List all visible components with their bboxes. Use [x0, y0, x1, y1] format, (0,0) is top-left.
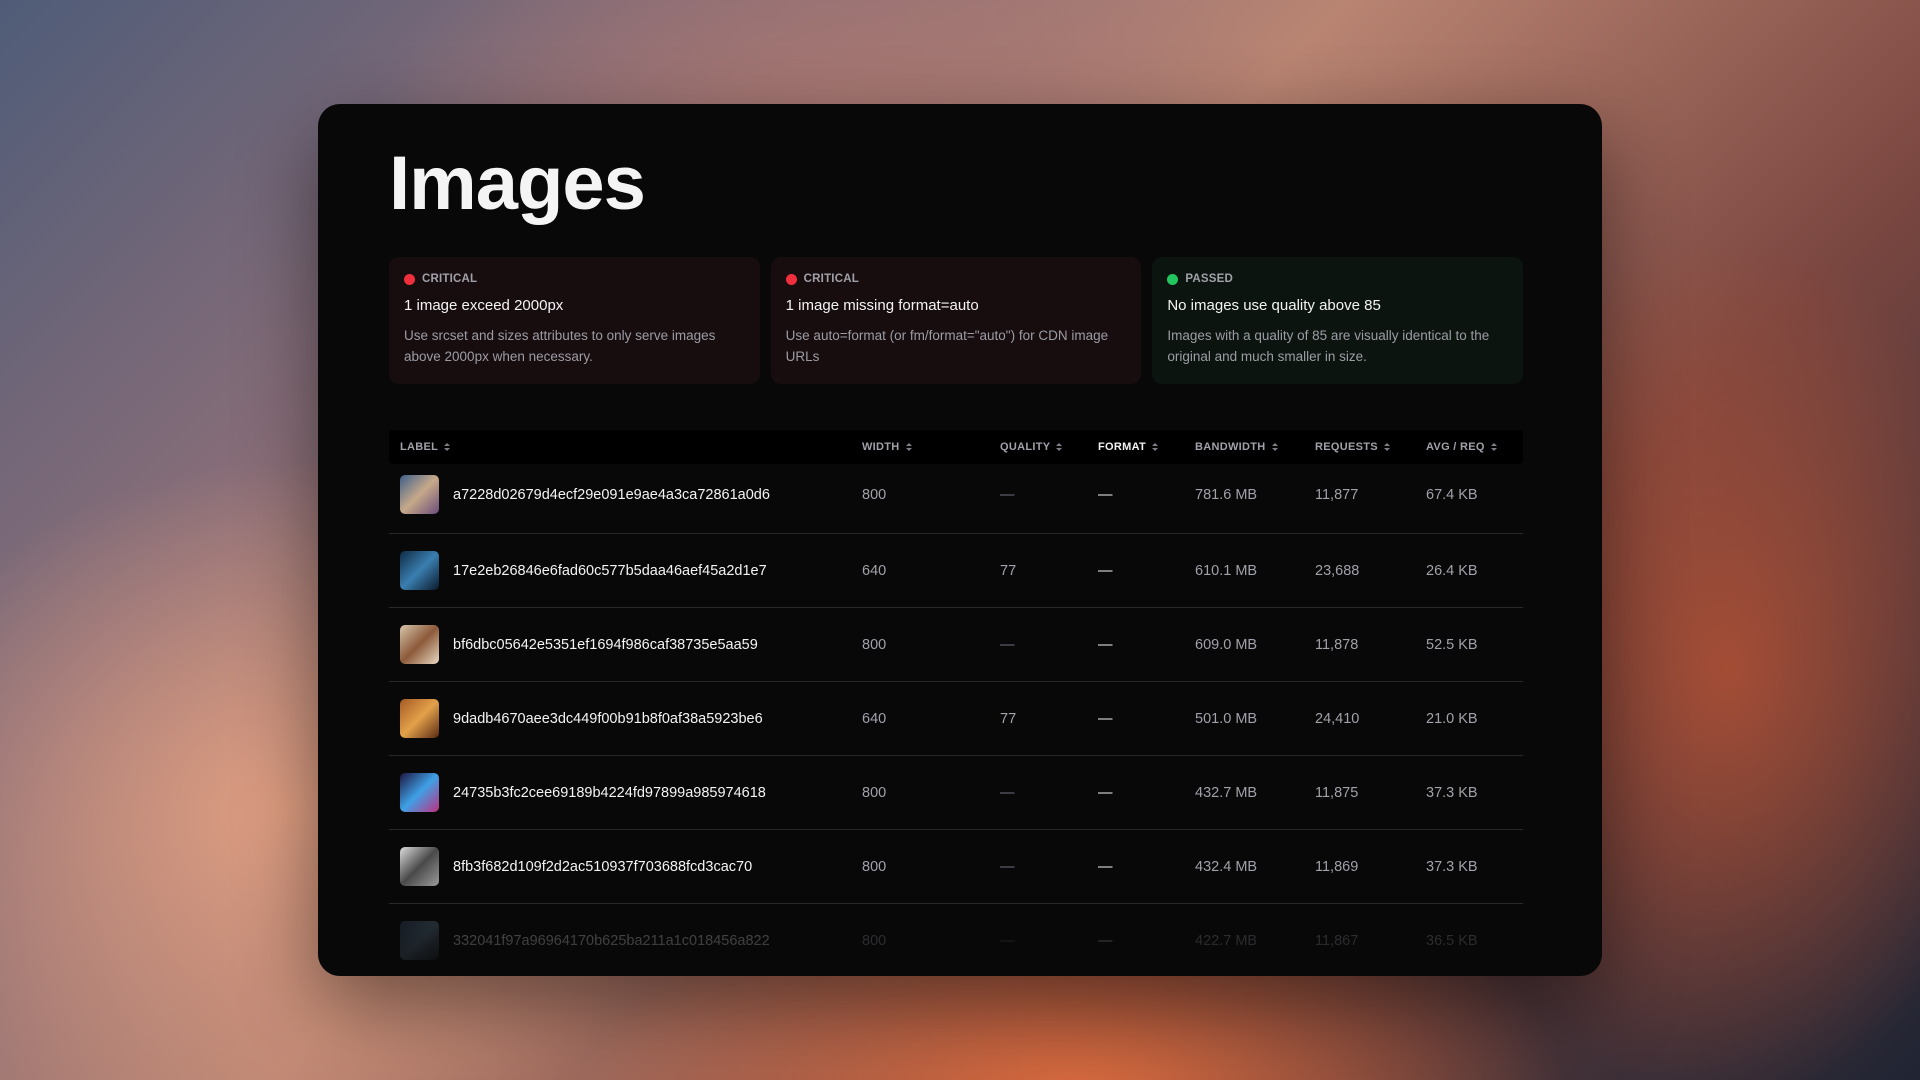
requests-cell: 11,877	[1315, 486, 1359, 503]
avg-req-cell: 67.4 KB	[1426, 486, 1478, 503]
table-row[interactable]: 332041f97a96964170b625ba211a1c018456a822…	[389, 904, 1523, 976]
format-cell: —	[1098, 784, 1113, 801]
avg-req-cell: 26.4 KB	[1426, 562, 1478, 579]
requests-cell: 11,875	[1315, 784, 1359, 801]
quality-cell: 77	[1000, 562, 1017, 579]
quality-cell: —	[1000, 486, 1015, 503]
audit-card-passed: PASSED No images use quality above 85 Im…	[1152, 257, 1524, 384]
audit-card-critical: CRITICAL 1 image missing format=auto Use…	[770, 257, 1142, 384]
table-row[interactable]: 17e2eb26846e6fad60c577b5daa46aef45a2d1e7…	[389, 534, 1523, 608]
critical-status-dot-icon	[404, 273, 415, 285]
bandwidth-cell: 422.7 MB	[1195, 932, 1258, 949]
avg-req-cell: 37.3 KB	[1426, 784, 1478, 801]
image-label: a7228d02679d4ecf29e091e9ae4a3ca72861a0d6	[453, 486, 770, 503]
avg-req-cell: 37.3 KB	[1426, 858, 1478, 875]
image-label: 8fb3f682d109f2d2ac510937f703688fcd3cac70	[453, 858, 753, 875]
bandwidth-cell: 432.4 MB	[1195, 858, 1258, 875]
width-cell: 800	[862, 636, 887, 653]
avg-req-cell: 52.5 KB	[1426, 636, 1478, 653]
image-thumbnail	[400, 475, 439, 514]
image-thumbnail	[400, 551, 439, 590]
sort-icon	[1490, 443, 1497, 451]
width-cell: 800	[862, 784, 887, 801]
page-title: Images	[389, 141, 646, 226]
images-table: LABEL WIDTH QUALITY FORMAT BANDWIDTH REQ…	[389, 430, 1523, 976]
column-header-bandwidth[interactable]: BANDWIDTH	[1195, 430, 1278, 464]
quality-cell: —	[1000, 636, 1015, 653]
sort-icon	[1152, 443, 1159, 451]
image-label: 9dadb4670aee3dc449f00b91b8f0af38a5923be6	[453, 710, 763, 727]
image-thumbnail	[400, 847, 439, 886]
bandwidth-cell: 501.0 MB	[1195, 710, 1258, 727]
requests-cell: 23,688	[1315, 562, 1360, 579]
card-description: Use srcset and sizes attributes to only …	[404, 328, 716, 364]
column-header-format[interactable]: FORMAT	[1098, 430, 1159, 464]
avg-req-cell: 36.5 KB	[1426, 932, 1478, 949]
card-description: Use auto=format (or fm/format="auto") fo…	[785, 328, 1109, 364]
requests-cell: 11,867	[1315, 932, 1359, 949]
critical-status-dot-icon	[785, 273, 797, 285]
card-status-label: CRITICAL	[422, 273, 478, 285]
avg-req-cell: 21.0 KB	[1426, 710, 1478, 727]
image-label: 24735b3fc2cee69189b4224fd97899a985974618	[453, 784, 766, 801]
card-status-label: CRITICAL	[803, 273, 859, 285]
sort-icon	[1383, 443, 1390, 451]
images-panel: Images CRITICAL 1 image exceed 2000px Us…	[318, 104, 1602, 976]
image-label: 17e2eb26846e6fad60c577b5daa46aef45a2d1e7	[453, 562, 767, 579]
column-header-avg-req[interactable]: AVG / REQ	[1426, 430, 1497, 464]
quality-cell: 77	[1000, 710, 1017, 727]
format-cell: —	[1098, 562, 1113, 579]
card-description: Images with a quality of 85 are visually…	[1167, 328, 1490, 364]
column-header-requests[interactable]: REQUESTS	[1315, 430, 1390, 464]
sort-icon	[905, 443, 912, 451]
column-header-quality[interactable]: QUALITY	[1000, 430, 1063, 464]
sort-icon	[1271, 443, 1278, 451]
quality-cell: —	[1000, 932, 1015, 949]
image-label: 332041f97a96964170b625ba211a1c018456a822	[453, 932, 770, 949]
format-cell: —	[1098, 858, 1113, 875]
format-cell: —	[1098, 636, 1113, 653]
sort-icon	[1056, 443, 1063, 451]
passed-status-dot-icon	[1167, 273, 1179, 285]
image-thumbnail	[400, 625, 439, 664]
table-row[interactable]: 8fb3f682d109f2d2ac510937f703688fcd3cac70…	[389, 830, 1523, 904]
bandwidth-cell: 609.0 MB	[1195, 636, 1258, 653]
width-cell: 800	[862, 486, 887, 503]
card-title: 1 image exceed 2000px	[404, 297, 564, 314]
width-cell: 640	[862, 562, 887, 579]
audit-card-critical: CRITICAL 1 image exceed 2000px Use srcse…	[389, 257, 760, 384]
bandwidth-cell: 432.7 MB	[1195, 784, 1258, 801]
format-cell: —	[1098, 932, 1113, 949]
width-cell: 640	[862, 710, 887, 727]
column-header-width[interactable]: WIDTH	[862, 430, 912, 464]
table-row[interactable]: a7228d02679d4ecf29e091e9ae4a3ca72861a0d6…	[389, 464, 1523, 534]
table-header: LABEL WIDTH QUALITY FORMAT BANDWIDTH REQ…	[389, 430, 1523, 464]
bandwidth-cell: 610.1 MB	[1195, 562, 1258, 579]
table-body: a7228d02679d4ecf29e091e9ae4a3ca72861a0d6…	[389, 464, 1523, 976]
requests-cell: 24,410	[1315, 710, 1360, 727]
table-row[interactable]: 24735b3fc2cee69189b4224fd97899a985974618…	[389, 756, 1523, 830]
image-thumbnail	[400, 773, 439, 812]
table-row[interactable]: bf6dbc05642e5351ef1694f986caf38735e5aa59…	[389, 608, 1523, 682]
requests-cell: 11,878	[1315, 636, 1359, 653]
table-row[interactable]: 9dadb4670aee3dc449f00b91b8f0af38a5923be6…	[389, 682, 1523, 756]
quality-cell: —	[1000, 858, 1015, 875]
card-title: 1 image missing format=auto	[785, 297, 979, 314]
format-cell: —	[1098, 710, 1113, 727]
card-status-label: PASSED	[1185, 273, 1233, 285]
image-thumbnail	[400, 921, 439, 960]
width-cell: 800	[862, 932, 887, 949]
card-title: No images use quality above 85	[1167, 297, 1381, 314]
requests-cell: 11,869	[1315, 858, 1359, 875]
audit-cards: CRITICAL 1 image exceed 2000px Use srcse…	[389, 257, 1524, 384]
bandwidth-cell: 781.6 MB	[1195, 486, 1258, 503]
quality-cell: —	[1000, 784, 1015, 801]
format-cell: —	[1098, 486, 1113, 503]
sort-icon	[444, 443, 451, 451]
column-header-label[interactable]: LABEL	[400, 430, 451, 464]
image-thumbnail	[400, 699, 439, 738]
width-cell: 800	[862, 858, 887, 875]
image-label: bf6dbc05642e5351ef1694f986caf38735e5aa59	[453, 636, 758, 653]
